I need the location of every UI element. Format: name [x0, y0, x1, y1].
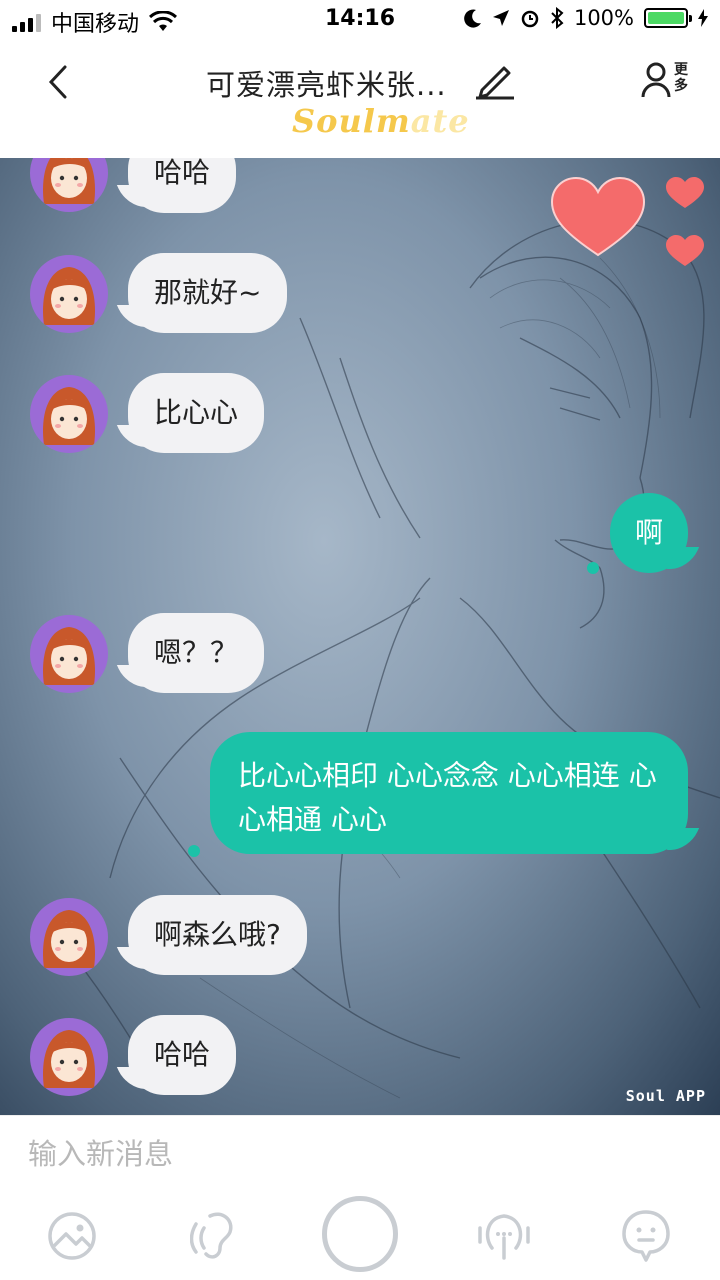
- emoji-button[interactable]: [614, 1204, 678, 1268]
- logo-text-2: ate: [410, 102, 470, 140]
- avatar-girl-icon: [43, 910, 95, 968]
- voice-button[interactable]: [184, 1204, 248, 1268]
- avatar[interactable]: [30, 375, 108, 453]
- edit-name-button[interactable]: [474, 62, 516, 102]
- read-indicator: [587, 562, 599, 574]
- message-bubble-sent[interactable]: 啊: [610, 493, 688, 573]
- record-button[interactable]: [322, 1196, 398, 1272]
- battery-icon: [644, 8, 692, 28]
- battery-percent: 100%: [573, 6, 634, 30]
- message-bubble[interactable]: 嗯？？: [128, 613, 265, 693]
- chat-header: 可爱漂亮虾米张... 更多 Soulmate: [0, 40, 720, 158]
- chevron-left-icon: [48, 65, 67, 99]
- status-right: 100%: [464, 6, 708, 30]
- more-button[interactable]: 更多: [640, 60, 700, 110]
- alarm-icon: [521, 10, 539, 28]
- avatar[interactable]: [30, 898, 108, 976]
- input-area: [0, 1115, 720, 1280]
- watermark: Soul APP: [625, 1087, 706, 1105]
- voice-icon: [190, 1212, 233, 1259]
- read-indicator: [188, 845, 200, 857]
- voice-call-button[interactable]: [472, 1204, 536, 1268]
- chat-title[interactable]: 可爱漂亮虾米张...: [206, 62, 447, 104]
- avatar-girl-icon: [43, 627, 95, 685]
- message-bubble[interactable]: 哈哈: [128, 1015, 237, 1095]
- logo-text-1: Soulm: [292, 102, 411, 140]
- heart-icon[interactable]: [548, 170, 708, 270]
- background-sketch: [39, 219, 720, 1099]
- avatar-girl-icon: [43, 387, 95, 445]
- soulmate-logo: Soulmate: [292, 102, 470, 140]
- status-bar: 中国移动 14:16 100%: [0, 0, 720, 40]
- chat-area[interactable]: 哈哈 那就好~ 比心心 啊 嗯？？ 比心心相印 心心念念 心心相连 心心相通 心…: [0, 158, 720, 1115]
- bluetooth-icon: [551, 7, 564, 29]
- message-bubble[interactable]: 啊森么哦?: [128, 895, 307, 975]
- user-icon: [641, 62, 671, 98]
- charging-icon: [698, 9, 708, 27]
- moon-icon: [464, 9, 481, 28]
- emoji-icon: [622, 1210, 670, 1262]
- location-icon: [492, 10, 509, 26]
- back-button[interactable]: [40, 62, 76, 102]
- message-bubble[interactable]: 哈哈: [128, 158, 237, 213]
- image-icon: [48, 1212, 96, 1260]
- avatar[interactable]: [30, 615, 108, 693]
- more-label: 更多: [674, 62, 688, 94]
- message-bubble-sent[interactable]: 比心心相印 心心念念 心心相连 心心相通 心心: [210, 732, 688, 854]
- message-bubble[interactable]: 比心心: [128, 373, 265, 453]
- voice-call-icon: [478, 1214, 530, 1260]
- input-toolbar: [0, 1196, 720, 1276]
- avatar[interactable]: [30, 255, 108, 333]
- pencil-icon: [476, 66, 514, 100]
- avatar-girl-icon: [43, 1030, 95, 1088]
- message-input[interactable]: [28, 1132, 692, 1176]
- avatar[interactable]: [30, 1018, 108, 1096]
- image-button[interactable]: [40, 1204, 104, 1268]
- avatar-girl-icon: [43, 267, 95, 325]
- message-bubble[interactable]: 那就好~: [128, 253, 288, 333]
